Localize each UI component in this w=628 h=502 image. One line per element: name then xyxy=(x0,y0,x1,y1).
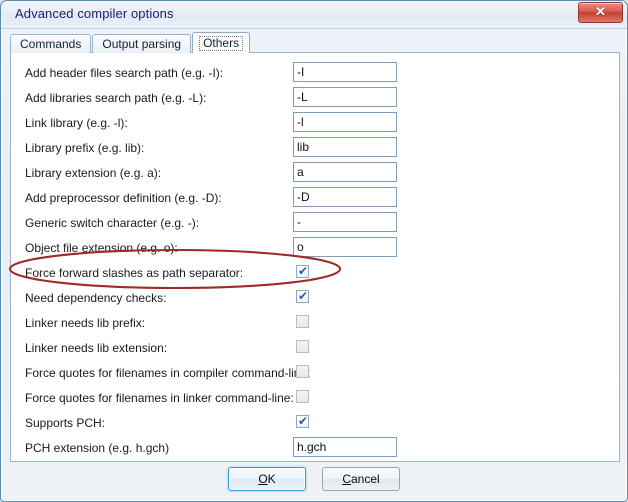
tab-label: Commands xyxy=(20,37,82,51)
form-row: PCH extension (e.g. h.gch) xyxy=(25,437,619,462)
field-label: Add header files search path (e.g. -I): xyxy=(25,66,224,80)
form-row: Linker needs lib extension: xyxy=(25,337,619,362)
text-input[interactable] xyxy=(293,212,397,232)
text-input[interactable] xyxy=(293,187,397,207)
text-input[interactable] xyxy=(293,112,397,132)
form-row: Force forward slashes as path separator:… xyxy=(25,262,619,287)
check-icon: ✔ xyxy=(298,414,309,428)
checkbox xyxy=(296,340,309,353)
form-row: Library prefix (e.g. lib): xyxy=(25,137,619,162)
close-button[interactable]: ✕ xyxy=(578,2,623,23)
checkbox-label: Force quotes for filenames in compiler c… xyxy=(25,366,311,380)
advanced-compiler-options-dialog: Advanced compiler options ✕ Commands Outp… xyxy=(0,0,628,502)
checkbox[interactable]: ✔ xyxy=(296,265,309,278)
checkbox[interactable]: ✔ xyxy=(296,290,309,303)
check-icon: ✔ xyxy=(298,289,309,303)
text-input[interactable] xyxy=(293,62,397,82)
form-row: Add preprocessor definition (e.g. -D): xyxy=(25,187,619,212)
ok-button[interactable]: OK xyxy=(228,467,306,491)
form-row: Force quotes for filenames in linker com… xyxy=(25,387,619,412)
field-label: Add libraries search path (e.g. -L): xyxy=(25,91,207,105)
form-row: Supports PCH: ✔ xyxy=(25,412,619,437)
tab-strip: Commands Output parsing Others xyxy=(10,32,251,53)
tab-label: Output parsing xyxy=(102,37,182,51)
close-icon: ✕ xyxy=(595,4,606,19)
field-label: Library extension (e.g. a): xyxy=(25,166,162,180)
window-title: Advanced compiler options xyxy=(15,6,174,21)
field-label: Add preprocessor definition (e.g. -D): xyxy=(25,191,222,205)
form-row: Add libraries search path (e.g. -L): xyxy=(25,87,619,112)
checkbox xyxy=(296,390,309,403)
tab-label: Others xyxy=(199,35,244,51)
checkbox-label: Supports PCH: xyxy=(25,416,106,430)
title-bar: Advanced compiler options ✕ xyxy=(1,1,627,29)
tab-others[interactable]: Others xyxy=(192,32,251,53)
form-row: Need dependency checks: ✔ xyxy=(25,287,619,312)
tab-commands[interactable]: Commands xyxy=(10,34,92,53)
field-label: Library prefix (e.g. lib): xyxy=(25,141,145,155)
tab-output-parsing[interactable]: Output parsing xyxy=(92,34,192,53)
form-row: Link library (e.g. -l): xyxy=(25,112,619,137)
form-row: Library extension (e.g. a): xyxy=(25,162,619,187)
field-label: Link library (e.g. -l): xyxy=(25,116,128,130)
others-tab-panel: Add header files search path (e.g. -I): A… xyxy=(10,52,620,462)
text-input[interactable] xyxy=(293,162,397,182)
text-input[interactable] xyxy=(293,237,397,257)
form-row: Linker needs lib prefix: xyxy=(25,312,619,337)
text-input[interactable] xyxy=(293,137,397,157)
check-icon: ✔ xyxy=(298,264,309,278)
checkbox-label: Need dependency checks: xyxy=(25,291,167,305)
checkbox-label: Linker needs lib prefix: xyxy=(25,316,146,330)
cancel-button[interactable]: Cancel xyxy=(322,467,400,491)
pch-extension-input[interactable] xyxy=(293,437,397,457)
checkbox-label: Force quotes for filenames in linker com… xyxy=(25,391,294,405)
form-row: Object file extension (e.g. o): xyxy=(25,237,619,262)
checkbox-label: Linker needs lib extension: xyxy=(25,341,168,355)
text-input[interactable] xyxy=(293,87,397,107)
button-label: OK xyxy=(258,472,276,486)
checkbox xyxy=(296,315,309,328)
field-label: Object file extension (e.g. o): xyxy=(25,241,178,255)
button-label: Cancel xyxy=(342,472,380,486)
dialog-button-bar: OK Cancel xyxy=(1,467,627,497)
checkbox[interactable]: ✔ xyxy=(296,415,309,428)
checkbox xyxy=(296,365,309,378)
field-label: PCH extension (e.g. h.gch) xyxy=(25,441,170,455)
field-label: Generic switch character (e.g. -): xyxy=(25,216,200,230)
checkbox-label: Force forward slashes as path separator: xyxy=(25,266,244,280)
form-row: Force quotes for filenames in compiler c… xyxy=(25,362,619,387)
form-row: Generic switch character (e.g. -): xyxy=(25,212,619,237)
form-row: Add header files search path (e.g. -I): xyxy=(25,62,619,87)
